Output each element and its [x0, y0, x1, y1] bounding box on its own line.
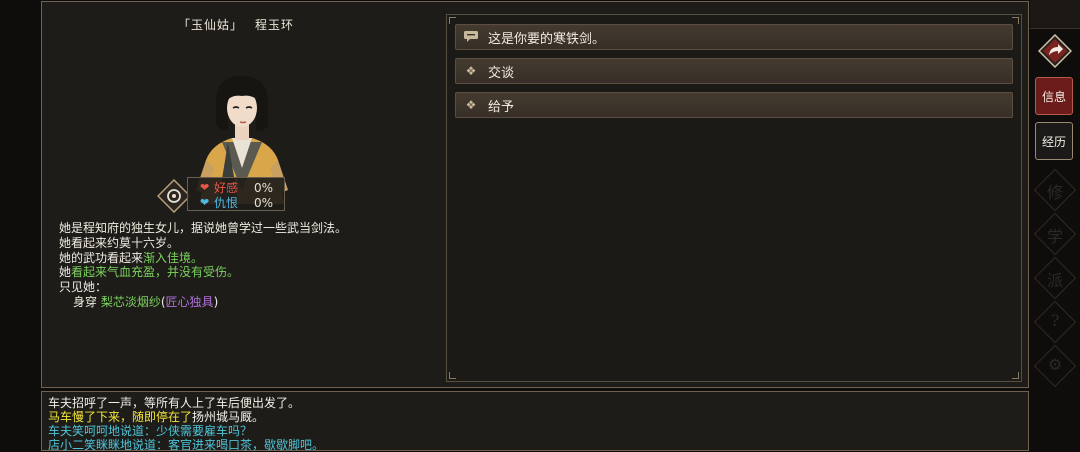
hatred-label: 仇恨 [214, 196, 239, 210]
heart-blue-icon: ❤ [200, 196, 210, 209]
desc-line: 她的武功看起来渐入佳境。 [59, 251, 347, 266]
diamond-icon: ❖ [465, 64, 477, 78]
dialog-option-give[interactable]: ❖ 给予 [455, 92, 1013, 118]
info-button[interactable]: 信息 [1035, 77, 1073, 115]
option-label: 交谈 [488, 65, 515, 81]
log-line: 店小二笑眯眯地说道：客官进来喝口茶，歇歇脚吧。 [48, 438, 325, 452]
history-button[interactable]: 经历 [1035, 122, 1073, 160]
sect-disabled-label: 派 [1046, 271, 1063, 290]
chat-icon [462, 30, 480, 45]
dialog-option-talk[interactable]: ❖ 交谈 [455, 58, 1013, 84]
hatred-row: ❤ 仇恨 0% [200, 195, 274, 211]
corner-decoration [449, 372, 456, 379]
log-text: 马车慢了下来，随即停在了 [48, 410, 193, 424]
corner-decoration [1012, 17, 1019, 24]
desc-line: 她看起来气血充盈，并没有受伤。 [59, 265, 347, 280]
npc-nickname: 「玉仙姑」 [177, 18, 243, 32]
cultivate-disabled-label: 修 [1046, 183, 1063, 202]
log-location: 扬州城马厩。 [192, 410, 265, 424]
npc-panel: 「玉仙姑」 程玉环 ❤ 好感 0% ❤ 仇恨 0% 她是程知府的独生女儿，据说她… [41, 1, 1029, 388]
corner-decoration [1012, 372, 1019, 379]
dialog-options-area: 这是你要的寒铁剑。 ❖ 交谈 ❖ 给予 [446, 14, 1022, 382]
option-label: 给予 [488, 99, 515, 115]
favor-value: 0% [254, 180, 274, 195]
equipment-line: 身穿 梨芯淡烟纱(匠心独具) [59, 295, 347, 310]
desc-text: 身穿 [73, 294, 98, 309]
heart-red-icon: ❤ [200, 181, 210, 194]
right-sidebar: 信息 经历 修 学 派 ? ⚙ [1030, 0, 1080, 446]
npc-name: 程玉环 [255, 18, 295, 32]
option-label: 这是你要的寒铁剑。 [488, 31, 606, 47]
desc-text: 她 [59, 265, 72, 280]
skill-level: 渐入佳境。 [143, 250, 204, 265]
desc-line: 她是程知府的独生女儿，据说她曾学过一些武当剑法。 [59, 221, 348, 235]
equipment-item[interactable]: 梨芯淡烟纱 [101, 295, 161, 309]
log-line: 车夫招呼了一声，等所有人上了车后便出发了。 [48, 396, 301, 410]
message-log[interactable]: 车夫招呼了一声，等所有人上了车后便出发了。 马车慢了下来，随即停在了扬州城马厩。… [41, 391, 1029, 452]
npc-title: 「玉仙姑」 程玉环 [166, 16, 306, 33]
desc-text: 她的武功看起来 [59, 250, 144, 265]
health-status: 看起来气血充盈，并没有受伤。 [71, 265, 240, 280]
dialog-option-give-sword[interactable]: 这是你要的寒铁剑。 [455, 24, 1013, 50]
gear-icon: ⚙ [1047, 355, 1063, 374]
emblem-icon[interactable] [157, 179, 191, 213]
equipment-quality: 匠心独具 [165, 294, 214, 309]
desc-line: 只见她： [59, 280, 108, 295]
top-strip [1030, 0, 1080, 29]
npc-description: 她是程知府的独生女儿，据说她曾学过一些武当剑法。 她看起来约莫十六岁。 她的武功… [59, 221, 347, 310]
favor-row: ❤ 好感 0% [200, 180, 274, 196]
corner-decoration [449, 17, 456, 24]
learn-disabled-label: 学 [1046, 227, 1063, 246]
log-line: 车夫笑呵呵地说道：少侠需要雇车吗？ [48, 424, 253, 438]
return-arrow-icon[interactable] [1038, 34, 1072, 68]
paren: ) [213, 294, 219, 309]
help-icon: ? [1050, 311, 1060, 330]
diamond-icon: ❖ [465, 98, 477, 112]
hatred-value: 0% [254, 195, 274, 210]
relation-box: ❤ 好感 0% ❤ 仇恨 0% [187, 177, 285, 211]
desc-line: 她看起来约莫十六岁。 [59, 235, 180, 250]
log-line: 马车慢了下来，随即停在了扬州城马厩。 [48, 410, 1028, 424]
